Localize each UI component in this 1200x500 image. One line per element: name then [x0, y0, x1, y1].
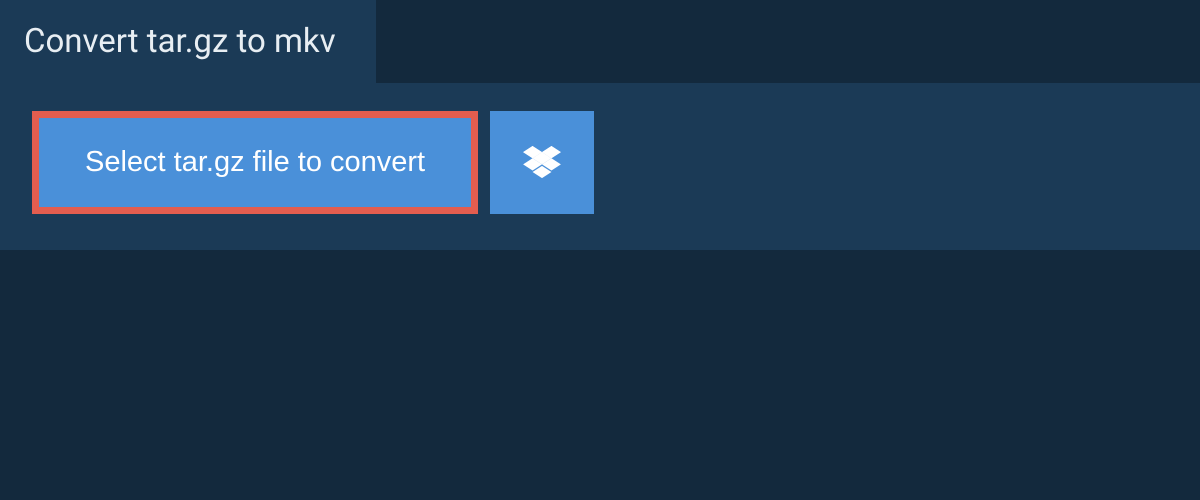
button-row: Select tar.gz file to convert	[32, 111, 1168, 214]
tab-header: Convert tar.gz to mkv	[0, 0, 376, 83]
dropbox-icon	[523, 146, 561, 180]
page-title: Convert tar.gz to mkv	[24, 22, 336, 61]
dropbox-button[interactable]	[490, 111, 594, 214]
select-file-button[interactable]: Select tar.gz file to convert	[32, 111, 478, 214]
select-file-label: Select tar.gz file to convert	[85, 146, 425, 179]
content-panel: Select tar.gz file to convert	[0, 83, 1200, 250]
